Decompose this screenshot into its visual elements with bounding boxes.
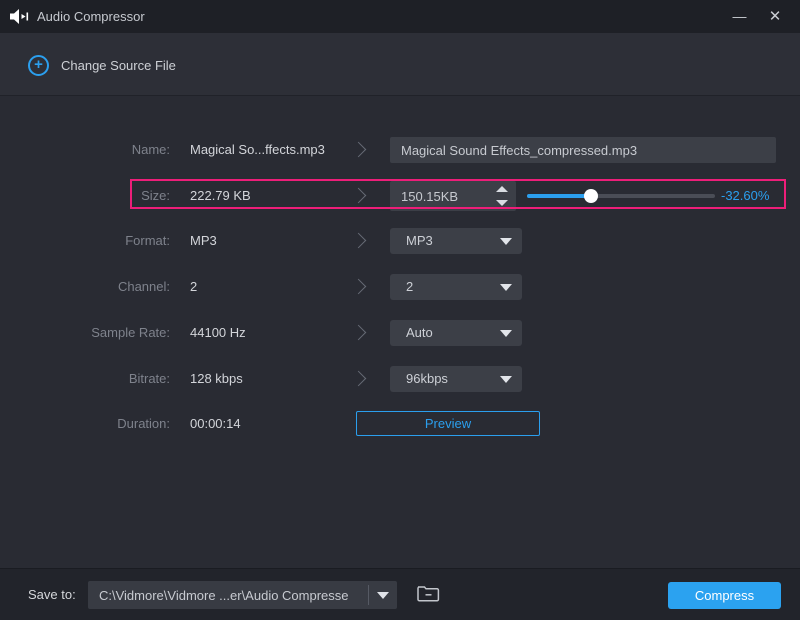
size-spinner-input[interactable]: [390, 181, 482, 211]
format-source-value: MP3: [190, 233, 217, 248]
header-bar: + Change Source File: [0, 33, 800, 96]
caret-down-icon: [500, 330, 512, 337]
size-slider-fill: [527, 194, 591, 198]
output-name-input[interactable]: [390, 137, 776, 163]
minimize-button[interactable]: —: [722, 0, 756, 33]
browse-folder-button[interactable]: [411, 581, 447, 609]
sample-rate-label: Sample Rate:: [91, 325, 170, 340]
sample-rate-dropdown-value: Auto: [406, 325, 433, 340]
save-path-combo[interactable]: [88, 581, 397, 609]
duration-source-value: 00:00:14: [190, 416, 241, 431]
settings-panel: Name: Magical So...ffects.mp3 Size: 222.…: [0, 96, 800, 568]
change-source-file-button[interactable]: + Change Source File: [28, 53, 176, 77]
size-slider[interactable]: [527, 180, 715, 212]
chevron-right-icon: [350, 370, 367, 387]
sample-rate-dropdown[interactable]: Auto: [390, 320, 522, 346]
change-source-file-label: Change Source File: [61, 57, 176, 73]
window-title: Audio Compressor: [37, 9, 145, 24]
bitrate-dropdown-value: 96kbps: [406, 371, 448, 386]
titlebar: Audio Compressor — ✕: [0, 0, 800, 33]
spinner-down-icon[interactable]: [496, 200, 508, 206]
format-label: Format:: [125, 233, 170, 248]
spinner-up-icon[interactable]: [496, 186, 508, 192]
format-dropdown[interactable]: MP3: [390, 228, 522, 254]
folder-icon: [417, 585, 440, 602]
size-row: Size: 222.79 KB -32.60%: [0, 180, 800, 212]
caret-down-icon: [500, 238, 512, 245]
preview-button[interactable]: Preview: [356, 411, 540, 436]
audio-compressor-window: Audio Compressor — ✕ + Change Source Fil…: [0, 0, 800, 620]
channel-dropdown-value: 2: [406, 279, 414, 294]
combo-divider: [368, 585, 369, 605]
save-path-input[interactable]: [88, 581, 360, 609]
bitrate-dropdown[interactable]: 96kbps: [390, 366, 522, 392]
footer-bar: Save to: Compress: [0, 568, 800, 620]
spinner-arrows: [495, 181, 509, 211]
channel-dropdown[interactable]: 2: [390, 274, 522, 300]
caret-down-icon[interactable]: [377, 592, 389, 599]
speaker-icon: [10, 8, 30, 25]
save-to-label: Save to:: [28, 587, 76, 602]
channel-source-value: 2: [190, 279, 198, 294]
name-label: Name:: [131, 142, 170, 157]
chevron-right-icon: [350, 324, 367, 341]
channel-label: Channel:: [117, 279, 170, 294]
chevron-right-icon: [350, 187, 367, 204]
close-button[interactable]: ✕: [758, 0, 792, 33]
bitrate-source-value: 128 kbps: [190, 371, 243, 386]
chevron-right-icon: [350, 141, 367, 158]
chevron-right-icon: [350, 232, 367, 249]
size-spinner: [390, 181, 516, 211]
name-row: Name: Magical So...ffects.mp3: [0, 134, 800, 166]
duration-row: Duration: 00:00:14 Preview: [0, 408, 800, 440]
bitrate-row: Bitrate: 128 kbps 96kbps: [0, 363, 800, 395]
channel-row: Channel: 2 2: [0, 271, 800, 303]
sample-rate-row: Sample Rate: 44100 Hz Auto: [0, 317, 800, 349]
caret-down-icon: [500, 284, 512, 291]
sample-rate-source-value: 44100 Hz: [190, 325, 246, 340]
size-reduction-percent: -32.60%: [721, 188, 770, 203]
format-dropdown-value: MP3: [406, 233, 433, 248]
size-source-value: 222.79 KB: [190, 188, 251, 203]
chevron-right-icon: [350, 278, 367, 295]
format-row: Format: MP3 MP3: [0, 225, 800, 257]
size-slider-handle[interactable]: [583, 189, 598, 203]
name-source-value: Magical So...ffects.mp3: [190, 142, 325, 157]
caret-down-icon: [500, 376, 512, 383]
plus-circle-icon: +: [28, 54, 49, 76]
duration-label: Duration:: [117, 416, 170, 431]
size-label: Size:: [141, 188, 170, 203]
bitrate-label: Bitrate:: [128, 371, 170, 386]
compress-button[interactable]: Compress: [668, 582, 781, 609]
